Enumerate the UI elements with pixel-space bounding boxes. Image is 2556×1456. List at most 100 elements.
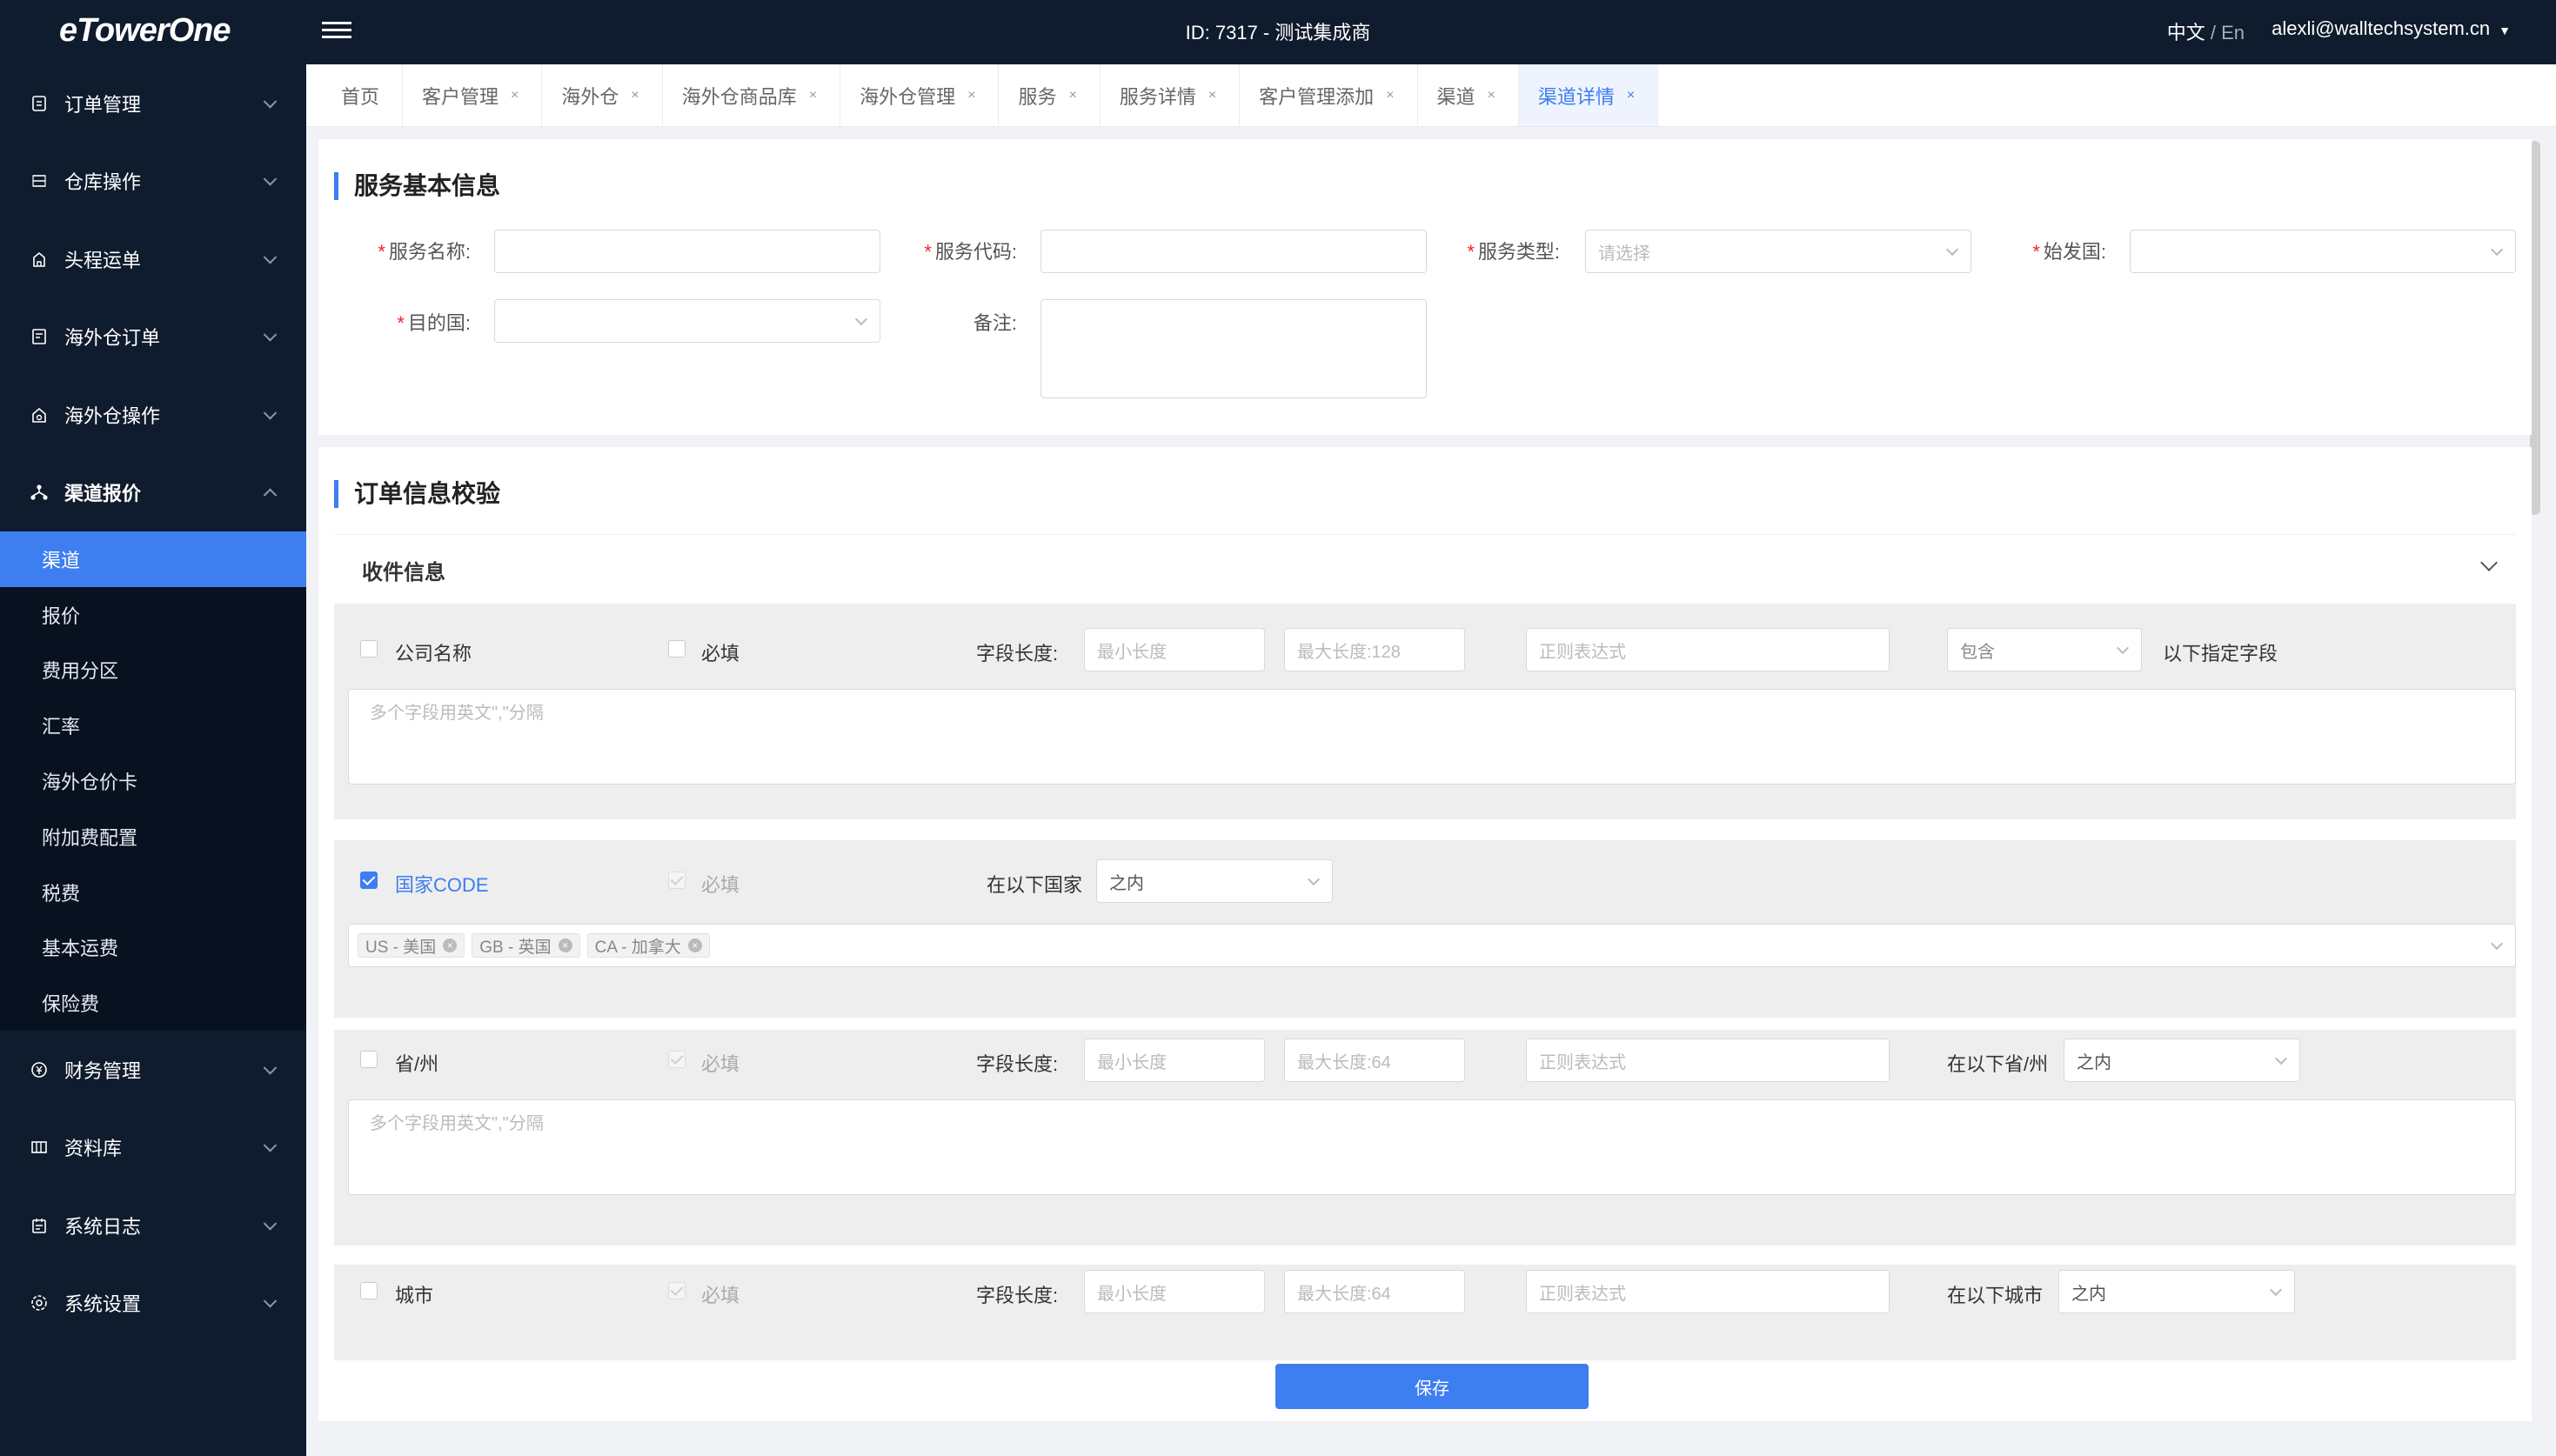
lang-zh[interactable]: 中文 [2167, 22, 2205, 43]
sidebar-item-channel-pricing[interactable]: 渠道报价 [0, 454, 306, 532]
tag-close-icon[interactable]: × [558, 938, 572, 952]
tab-service-detail[interactable]: 服务详情 × [1101, 64, 1241, 126]
tab-overseas-manage[interactable]: 海外仓管理 × [840, 64, 1000, 126]
company-length-label: 字段长度: [976, 643, 1059, 665]
service-type-select[interactable]: 请选择 [1585, 230, 1971, 273]
sidebar-item-settings[interactable]: 系统设置 [0, 1265, 306, 1343]
company-max-length-input[interactable]: 最大长度:128 [1284, 628, 1465, 671]
warehouse-icon [30, 171, 49, 190]
chevron-down-icon [2490, 243, 2504, 257]
province-length-label: 字段长度: [976, 1053, 1059, 1075]
country-tags-select[interactable]: US - 美国 × GB - 英国 × CA - 加拿大 × [348, 924, 2516, 967]
city-max-length-input[interactable]: 最大长度:64 [1284, 1270, 1465, 1313]
province-label: 省/州 [395, 1053, 439, 1075]
chevron-down-icon [263, 1294, 278, 1308]
app-logo: eTowerOne [59, 12, 231, 49]
country-required-checkbox[interactable] [668, 872, 686, 889]
city-length-label: 字段长度: [976, 1285, 1059, 1306]
company-min-length-input[interactable]: 最小长度 [1084, 628, 1265, 671]
sidebar-item-warehouse[interactable]: 仓库操作 [0, 143, 306, 221]
submenu-item-price-card[interactable]: 海外仓价卡 [0, 753, 306, 809]
tab-customer[interactable]: 客户管理 × [403, 64, 543, 126]
submenu-item-fee-zone[interactable]: 费用分区 [0, 643, 306, 698]
province-min-length-input[interactable]: 最小长度 [1084, 1039, 1265, 1082]
close-icon[interactable]: × [1627, 88, 1635, 104]
company-mode-select[interactable]: 包含 [1947, 628, 2142, 671]
receiver-info-title: 收件信息 [362, 561, 445, 584]
chevron-up-icon [263, 488, 278, 503]
tab-channel[interactable]: 渠道 × [1418, 64, 1519, 126]
submenu-item-quote[interactable]: 报价 [0, 587, 306, 643]
language-switch[interactable]: 中文 / En [2167, 17, 2245, 45]
city-mode-select[interactable]: 之内 [2058, 1270, 2295, 1313]
chevron-down-icon [1307, 872, 1321, 886]
overseas-order-icon [30, 327, 49, 346]
province-in-label: 在以下省/州 [1947, 1053, 2049, 1075]
city-min-length-input[interactable]: 最小长度 [1084, 1270, 1265, 1313]
tab-service[interactable]: 服务 × [999, 64, 1101, 126]
sidebar-item-database[interactable]: 资料库 [0, 1109, 306, 1187]
close-icon[interactable]: × [967, 88, 975, 104]
menu-toggle-icon[interactable] [322, 17, 351, 43]
remark-textarea[interactable] [1040, 299, 1427, 398]
close-icon[interactable]: × [1208, 88, 1216, 104]
submenu-item-tax[interactable]: 税费 [0, 865, 306, 920]
submenu-item-surcharge[interactable]: 附加费配置 [0, 809, 306, 865]
service-code-input[interactable] [1040, 230, 1427, 273]
submenu-item-exchange-rate[interactable]: 汇率 [0, 698, 306, 753]
company-fields-textarea[interactable]: 多个字段用英文","分隔 [348, 689, 2516, 785]
sidebar-item-overseas-order[interactable]: 海外仓订单 [0, 298, 306, 377]
user-menu[interactable]: alexli@walltechsystem.cn ▼ [2272, 17, 2511, 40]
section-title-validation: 订单信息校验 [334, 480, 500, 508]
tab-channel-detail[interactable]: 渠道详情 × [1518, 64, 1659, 126]
tab-overseas-product[interactable]: 海外仓商品库 × [663, 64, 841, 126]
company-regex-input[interactable]: 正则表达式 [1526, 628, 1890, 671]
save-button[interactable]: 保存 [1275, 1364, 1589, 1409]
company-required-checkbox[interactable] [668, 640, 686, 658]
close-icon[interactable]: × [1068, 88, 1076, 104]
close-icon[interactable]: × [631, 88, 639, 104]
sidebar-item-finance[interactable]: 财务管理 [0, 1031, 306, 1109]
close-icon[interactable]: × [511, 88, 519, 104]
tab-overseas[interactable]: 海外仓 × [542, 64, 663, 126]
country-checkbox[interactable] [360, 872, 378, 889]
sidebar-item-overseas-operation[interactable]: 海外仓操作 [0, 376, 306, 454]
province-checkbox[interactable] [360, 1051, 378, 1068]
country-tag-us: US - 美国 × [358, 933, 465, 958]
country-tag-gb: GB - 英国 × [472, 933, 580, 958]
city-checkbox[interactable] [360, 1282, 378, 1299]
sidebar-item-logs[interactable]: 系统日志 [0, 1186, 306, 1265]
service-name-input[interactable] [494, 230, 880, 273]
main-content: 服务基本信息 * 服务名称: * 服务代码: * 服务类型: 请选择 * 始发国: * 目… [318, 139, 2532, 1421]
city-required-checkbox[interactable] [668, 1282, 686, 1299]
tab-home[interactable]: 首页 [322, 64, 404, 126]
chevron-down-icon [263, 250, 278, 264]
close-icon[interactable]: × [1386, 88, 1394, 104]
tab-customer-add[interactable]: 客户管理添加 × [1240, 64, 1418, 126]
close-icon[interactable]: × [809, 88, 817, 104]
label-service-code: * 服务代码: [924, 241, 1017, 263]
lang-en[interactable]: En [2221, 22, 2245, 43]
submenu-item-insurance[interactable]: 保险费 [0, 975, 306, 1031]
province-required-checkbox[interactable] [668, 1051, 686, 1068]
province-fields-textarea[interactable]: 多个字段用英文","分隔 [348, 1099, 2516, 1195]
collapse-chevron-icon[interactable] [2480, 554, 2498, 571]
tag-close-icon[interactable]: × [443, 938, 458, 952]
label-remark: 备注: [973, 312, 1017, 334]
submenu-item-base-freight[interactable]: 基本运费 [0, 920, 306, 976]
origin-country-select[interactable] [2130, 230, 2516, 273]
city-regex-input[interactable]: 正则表达式 [1526, 1270, 1890, 1313]
sidebar-item-shipment[interactable]: 头程运单 [0, 220, 306, 298]
province-max-length-input[interactable]: 最大长度:64 [1284, 1039, 1465, 1082]
company-checkbox[interactable] [360, 640, 378, 658]
country-mode-select[interactable]: 之内 [1096, 859, 1333, 903]
province-mode-select[interactable]: 之内 [2064, 1039, 2300, 1082]
submenu-item-channel[interactable]: 渠道 [0, 531, 306, 587]
tag-close-icon[interactable]: × [687, 938, 702, 952]
province-regex-input[interactable]: 正则表达式 [1526, 1039, 1890, 1082]
close-icon[interactable]: × [1488, 88, 1495, 104]
sidebar-item-order[interactable]: 订单管理 [0, 64, 306, 143]
basic-info-card: 服务基本信息 * 服务名称: * 服务代码: * 服务类型: 请选择 * 始发国: * 目… [318, 139, 2532, 435]
dest-country-select[interactable] [494, 299, 880, 343]
overseas-operation-icon [30, 405, 49, 424]
